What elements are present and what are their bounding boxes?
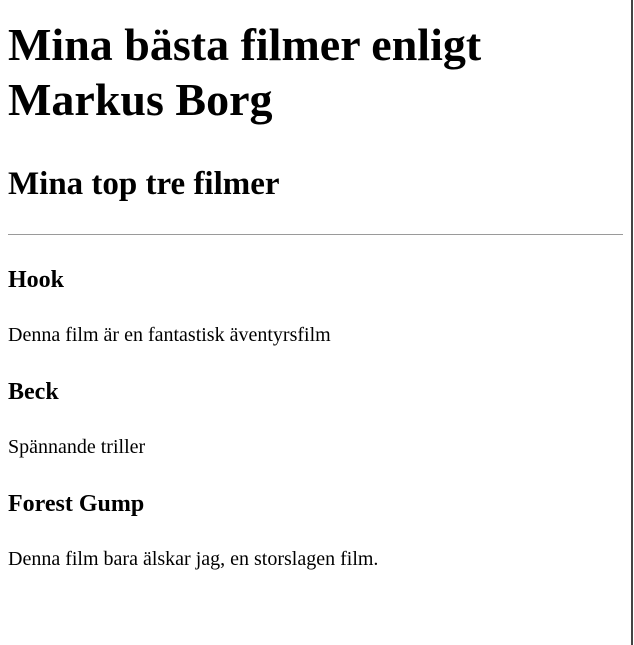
movie-item: Forest Gump Denna film bara älskar jag, …	[8, 490, 623, 571]
divider	[8, 234, 623, 235]
movie-title: Beck	[8, 379, 59, 405]
movie-title: Hook	[8, 267, 65, 293]
movie-item: Hook Denna film är en fantastisk äventyr…	[8, 266, 623, 347]
movie-item: Beck Spännande triller	[8, 378, 623, 459]
page-title: Mina bästa filmer enligt Markus Borg	[8, 19, 482, 125]
movie-description: Denna film är en fantastisk äventyrsfilm	[8, 324, 331, 346]
page-content: Mina bästa filmer enligt Markus Borg Min…	[0, 0, 631, 645]
window-edge	[631, 0, 633, 645]
movie-title: Forest Gump	[8, 491, 145, 517]
movie-description: Spännande triller	[8, 436, 146, 458]
movie-description: Denna film bara älskar jag, en storslage…	[8, 548, 379, 570]
page-subtitle: Mina top tre filmer	[8, 166, 280, 202]
